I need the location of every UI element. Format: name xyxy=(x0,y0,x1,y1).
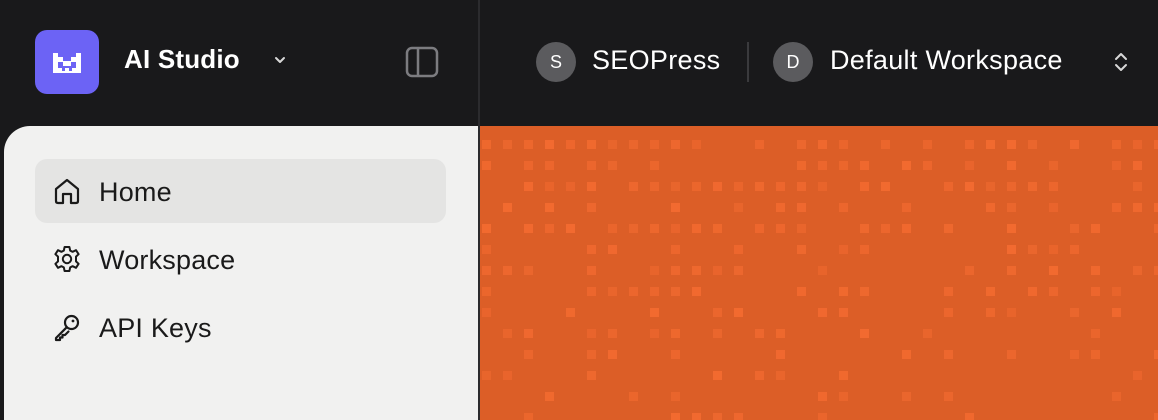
workspace-name[interactable]: Default Workspace xyxy=(830,45,1063,76)
top-header: AI Studio S SEOPress D Default Workspace xyxy=(0,0,1158,126)
sidebar-item-label: API Keys xyxy=(99,313,212,343)
decorative-pattern-banner xyxy=(480,126,1158,420)
key-icon xyxy=(54,314,80,342)
sidebar-item-label: Workspace xyxy=(99,245,236,275)
app-name[interactable]: AI Studio xyxy=(124,44,240,75)
app-logo[interactable] xyxy=(35,30,99,94)
header-separator xyxy=(747,42,749,82)
app-shell: AI Studio S SEOPress D Default Workspace… xyxy=(0,0,1158,420)
sidebar: Home Workspace API Keys xyxy=(4,126,478,420)
sidebar-item-api-keys[interactable]: API Keys xyxy=(35,295,446,359)
sidebar-item-label: Home xyxy=(99,177,172,207)
chevron-down-icon[interactable] xyxy=(270,50,290,70)
pixel-pattern xyxy=(482,140,1158,420)
chevron-up-down-icon[interactable] xyxy=(1110,49,1132,75)
organization-avatar[interactable]: S xyxy=(536,42,576,82)
sidebar-item-workspace[interactable]: Workspace xyxy=(35,227,446,291)
organization-name[interactable]: SEOPress xyxy=(592,45,720,76)
sidebar-toggle-icon[interactable] xyxy=(404,45,440,79)
gear-icon xyxy=(54,246,80,272)
home-icon xyxy=(54,178,80,205)
brand-mark-icon xyxy=(53,53,81,73)
workspace-avatar[interactable]: D xyxy=(773,42,813,82)
sidebar-item-home[interactable]: Home xyxy=(35,159,446,223)
